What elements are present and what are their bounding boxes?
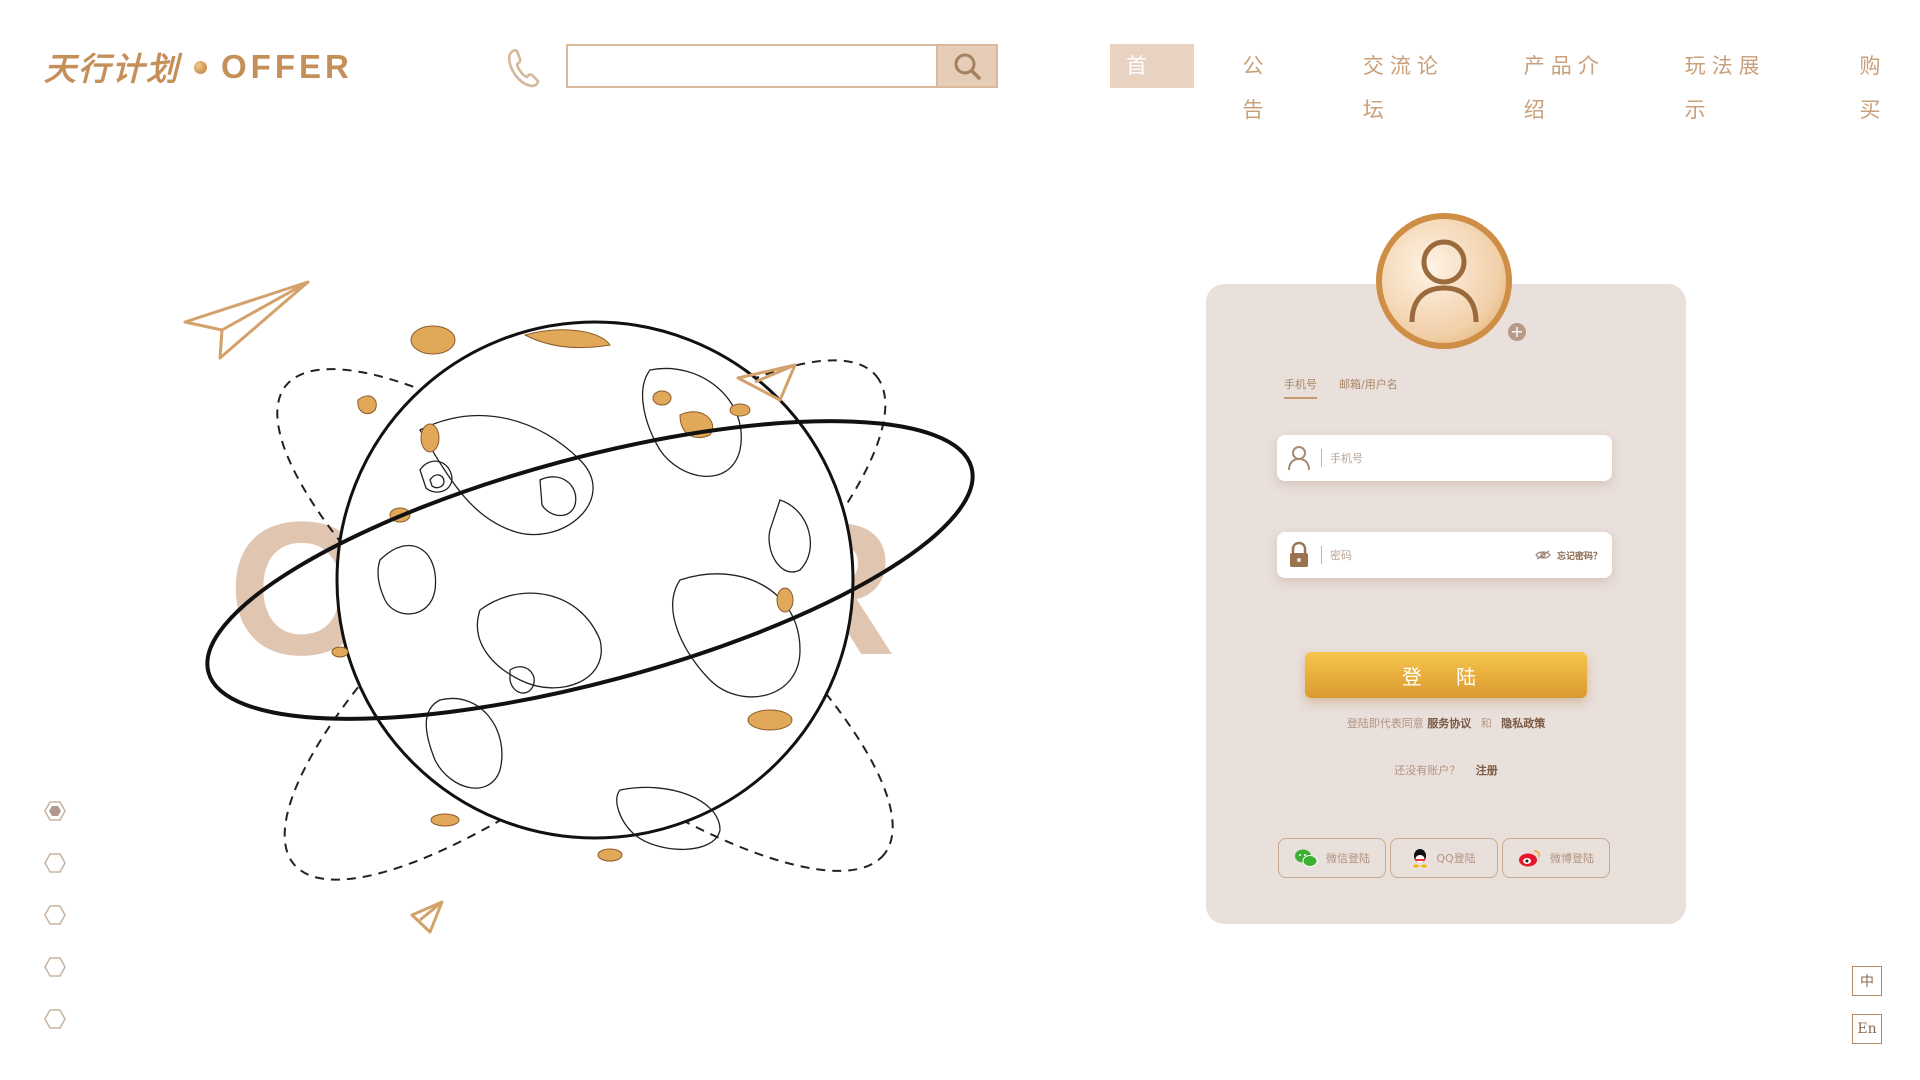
wechat-login-label: 微信登陆	[1326, 852, 1370, 865]
nav-home[interactable]: 首页	[1110, 44, 1195, 122]
search-icon	[954, 53, 981, 80]
weibo-icon	[1519, 850, 1541, 867]
login-button[interactable]: 登 陆	[1305, 652, 1587, 698]
slide-indicator-4-hexagon-icon[interactable]	[44, 956, 66, 978]
nav-products[interactable]: 产品介绍	[1516, 44, 1637, 122]
avatar[interactable]	[1376, 213, 1512, 349]
add-avatar-button[interactable]: +	[1508, 323, 1526, 341]
logo-dot-icon	[194, 60, 208, 74]
register-row: 还没有账户？ 注册	[1206, 762, 1686, 778]
weibo-login-button[interactable]: 微博登陆	[1502, 838, 1610, 878]
nav-forum[interactable]: 交流论坛	[1355, 44, 1476, 122]
search-input[interactable]	[568, 46, 936, 86]
forgot-password-label: 忘记密码？	[1556, 551, 1602, 562]
register-link[interactable]: 注册	[1476, 764, 1498, 777]
search-button[interactable]	[936, 46, 996, 86]
nav-announcement[interactable]: 公告	[1234, 44, 1302, 122]
login-card	[1206, 284, 1686, 924]
qq-login-button[interactable]: QQ登陆	[1390, 838, 1498, 878]
nav-gameplay[interactable]: 玩法展示	[1677, 44, 1798, 122]
tab-phone[interactable]: 手机号	[1284, 376, 1317, 399]
phone-input[interactable]: 手机号	[1330, 450, 1612, 466]
slide-indicator-3-hexagon-icon[interactable]	[44, 904, 66, 926]
nav-buy[interactable]: 购买	[1852, 44, 1920, 122]
social-login: 微信登陆 QQ登陆 微博登陆	[1278, 838, 1610, 878]
search-bar	[566, 44, 998, 88]
lang-zh-button[interactable]: 中	[1852, 966, 1882, 996]
user-icon	[1288, 446, 1310, 471]
qq-login-label: QQ登陆	[1436, 852, 1476, 865]
login-tabs: 手机号 邮箱/用户名	[1284, 376, 1398, 399]
logo[interactable]: 天行计划 OFFER	[44, 44, 353, 90]
slide-indicator-1-hexagon-icon[interactable]	[44, 800, 66, 822]
tab-email-username[interactable]: 邮箱/用户名	[1339, 376, 1398, 399]
user-icon	[1409, 239, 1479, 323]
qq-icon	[1413, 849, 1428, 868]
phone-field[interactable]: 手机号	[1277, 435, 1612, 481]
logo-text-cn: 天行计划	[44, 50, 181, 88]
agree-and: 和	[1480, 717, 1492, 730]
main-nav: 首页 公告 交流论坛 产品介绍 玩法展示 购买	[1110, 44, 1920, 122]
password-input[interactable]: 密码	[1330, 547, 1535, 563]
globe-illustration	[183, 280, 975, 934]
logo-text-en: OFFER	[221, 48, 353, 85]
wechat-icon	[1295, 849, 1318, 867]
agree-prefix: 登陆即代表同意	[1346, 717, 1424, 730]
lang-en-button[interactable]: En	[1852, 1014, 1882, 1044]
phone-icon[interactable]	[506, 48, 540, 88]
no-account-text: 还没有账户？	[1394, 764, 1461, 777]
forgot-password-link[interactable]: 忘记密码？	[1535, 549, 1602, 562]
slide-indicator-5-hexagon-icon[interactable]	[44, 1008, 66, 1030]
lock-icon	[1290, 541, 1308, 567]
wechat-login-button[interactable]: 微信登陆	[1278, 838, 1386, 878]
service-agreement-link[interactable]: 服务协议	[1427, 717, 1471, 730]
agreement-text: 登陆即代表同意 服务协议 和 隐私政策	[1206, 715, 1686, 731]
weibo-login-label: 微博登陆	[1550, 852, 1594, 865]
privacy-policy-link[interactable]: 隐私政策	[1501, 717, 1545, 730]
eye-off-icon[interactable]	[1535, 550, 1551, 560]
password-field[interactable]: 密码 忘记密码？	[1277, 532, 1612, 578]
slide-indicator-2-hexagon-icon[interactable]	[44, 852, 66, 874]
